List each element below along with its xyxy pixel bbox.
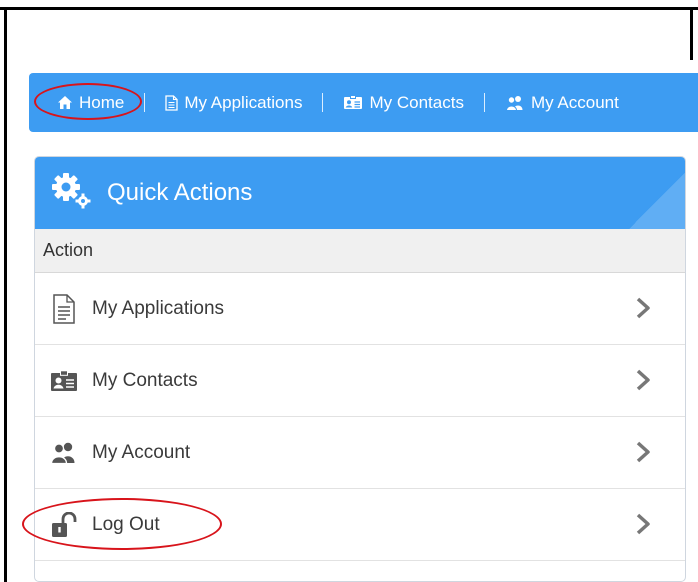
frame-border-right — [690, 8, 693, 60]
chevron-right-icon — [635, 513, 651, 540]
nav-item-label: My Contacts — [369, 92, 464, 112]
row-label: My Contacts — [92, 369, 198, 391]
users-icon — [505, 95, 525, 111]
nav-item-my-contacts[interactable]: My Contacts — [343, 92, 464, 113]
action-row-my-account[interactable]: My Account — [35, 417, 685, 489]
users-icon — [49, 438, 79, 468]
action-row-my-applications[interactable]: My Applications — [35, 273, 685, 345]
nav-item-my-account[interactable]: My Account — [505, 93, 619, 113]
panel-title: Quick Actions — [107, 179, 253, 206]
nav-separator — [483, 93, 485, 112]
chevron-right-icon — [635, 297, 651, 324]
column-header: Action — [35, 229, 685, 273]
chevron-right-icon — [635, 369, 651, 396]
frame-border-left — [4, 7, 7, 582]
contact-card-icon — [343, 95, 363, 110]
chevron-right-icon — [635, 441, 651, 468]
action-row-my-contacts[interactable]: My Contacts — [35, 345, 685, 417]
row-label: My Account — [92, 441, 191, 463]
header-stripe — [615, 157, 685, 229]
nav-separator — [322, 93, 324, 112]
nav-item-label: My Applications — [184, 92, 303, 112]
panel-header: Quick Actions — [35, 157, 685, 229]
row-label: My Applications — [92, 297, 225, 319]
nav-separator — [144, 93, 146, 112]
nav-item-label: My Account — [530, 92, 619, 112]
document-icon — [165, 94, 179, 111]
gears-icon — [51, 172, 93, 215]
logout-highlight-circle — [22, 498, 222, 550]
contact-card-icon — [49, 366, 79, 396]
nav-item-my-applications[interactable]: My Applications — [165, 93, 302, 113]
document-icon — [49, 293, 79, 324]
frame-border-top — [0, 7, 698, 10]
home-highlight-circle — [34, 83, 142, 120]
